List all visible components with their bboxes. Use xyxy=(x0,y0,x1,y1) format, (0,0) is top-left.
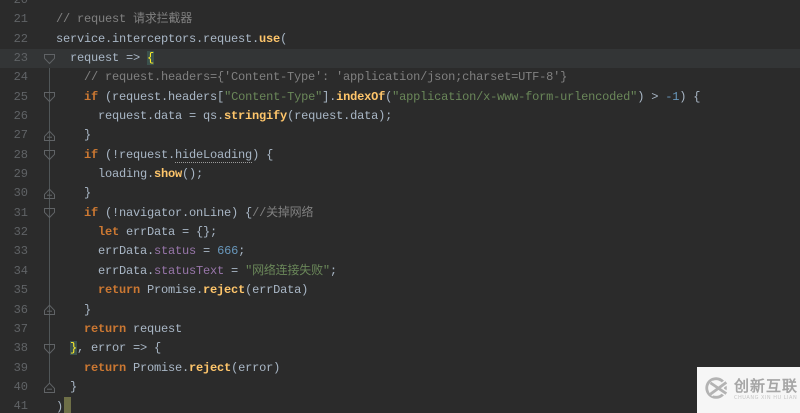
line-number[interactable]: 36 xyxy=(0,301,28,320)
line-number[interactable]: 26 xyxy=(0,107,28,126)
code-text: request => { xyxy=(70,51,155,66)
fold-expand-icon[interactable] xyxy=(28,184,56,203)
code-text: let errData = {}; xyxy=(98,225,218,240)
line-number[interactable]: 23 xyxy=(0,49,28,68)
code-text: } xyxy=(84,128,92,143)
code-line[interactable]: 27 } xyxy=(0,126,800,145)
code-text: ) xyxy=(56,397,800,413)
watermark: 创新互联 CHUANG XIN HU LIAN xyxy=(697,367,800,413)
code-line[interactable]: 21 // request 请求拦截器 xyxy=(0,10,800,29)
code-line[interactable]: 22 service.interceptors.request.use( xyxy=(0,30,800,49)
code-line[interactable]: 23 request => { xyxy=(0,49,800,69)
code-line[interactable]: 24 // request.headers={'Content-Type': '… xyxy=(0,68,800,87)
fold-collapse-icon[interactable] xyxy=(28,339,56,358)
line-number[interactable]: 27 xyxy=(0,126,28,145)
code-line[interactable]: 29 loading.show(); xyxy=(0,165,800,184)
code-line[interactable]: 25 if (request.headers["Content-Type"].i… xyxy=(0,88,800,107)
code-line[interactable]: 36 } xyxy=(0,301,800,320)
code-line[interactable]: 38 }, error => { xyxy=(0,339,800,358)
line-number[interactable]: 28 xyxy=(0,146,28,165)
code-text: loading.show(); xyxy=(98,167,204,182)
line-number[interactable]: 30 xyxy=(0,184,28,203)
line-number[interactable]: 31 xyxy=(0,204,28,223)
code-text: return Promise.reject(errData) xyxy=(98,283,309,298)
line-number[interactable]: 32 xyxy=(0,223,28,242)
code-text: if (!request.hideLoading) { xyxy=(84,147,274,163)
line-number[interactable]: 22 xyxy=(0,30,28,49)
code-text: // request.headers={'Content-Type': 'app… xyxy=(84,70,568,85)
code-line[interactable]: 40 } xyxy=(0,378,800,397)
code-line[interactable]: 26 request.data = qs.stringify(request.d… xyxy=(0,107,800,126)
code-line[interactable]: 31 if (!navigator.onLine) {//关掉网络 xyxy=(0,204,800,223)
fold-expand-icon[interactable] xyxy=(28,301,56,320)
circle-x-logo-icon xyxy=(703,374,731,406)
code-text: } xyxy=(84,186,92,201)
code-text: return Promise.reject(error) xyxy=(84,360,281,375)
line-number[interactable]: 33 xyxy=(0,242,28,261)
line-number[interactable]: 34 xyxy=(0,262,28,281)
code-line[interactable]: 35 return Promise.reject(errData) xyxy=(0,281,800,300)
line-number[interactable]: 25 xyxy=(0,88,28,107)
code-line[interactable]: 37 return request xyxy=(0,320,800,339)
fold-collapse-icon[interactable] xyxy=(28,146,56,165)
code-text: errData.status = 666; xyxy=(98,244,246,259)
code-line[interactable]: 34 errData.statusText = "网络连接失败"; xyxy=(0,262,800,281)
code-text: // request 请求拦截器 xyxy=(56,12,193,27)
line-number[interactable]: 37 xyxy=(0,320,28,339)
line-number[interactable]: 39 xyxy=(0,359,28,378)
code-text: } xyxy=(84,302,92,317)
line-number[interactable]: 20 xyxy=(0,0,28,10)
code-line[interactable]: 33 errData.status = 666; xyxy=(0,242,800,261)
code-text: }, error => { xyxy=(70,341,162,356)
line-number[interactable]: 40 xyxy=(0,378,28,397)
line-number[interactable]: 21 xyxy=(0,10,28,29)
code-text: service.interceptors.request.use( xyxy=(56,31,288,46)
code-text: if (request.headers["Content-Type"].inde… xyxy=(84,89,701,104)
code-text: if (!navigator.onLine) {//关掉网络 xyxy=(84,205,314,220)
fold-expand-icon[interactable] xyxy=(28,378,56,397)
line-number[interactable]: 38 xyxy=(0,339,28,358)
code-line[interactable]: 41) xyxy=(0,397,800,413)
code-line[interactable]: 20 xyxy=(0,0,800,10)
code-line[interactable]: 32 let errData = {}; xyxy=(0,223,800,242)
code-text: request.data = qs.stringify(request.data… xyxy=(98,109,393,124)
text-caret xyxy=(64,397,72,413)
line-number[interactable]: 41 xyxy=(0,397,28,413)
code-line[interactable]: 28 if (!request.hideLoading) { xyxy=(0,146,800,165)
code-text: return request xyxy=(84,321,183,336)
fold-collapse-icon[interactable] xyxy=(28,204,56,223)
fold-expand-icon[interactable] xyxy=(28,126,56,145)
code-area[interactable]: 20 21 // request 请求拦截器 22 service.intercepto… xyxy=(0,0,800,413)
code-text: } xyxy=(70,379,78,394)
line-number[interactable]: 35 xyxy=(0,281,28,300)
code-line[interactable]: 30 } xyxy=(0,184,800,203)
fold-collapse-icon[interactable] xyxy=(28,49,56,68)
brand-tagline: CHUANG XIN HU LIAN xyxy=(734,395,798,401)
code-editor: 20 21 // request 请求拦截器 22 service.intercepto… xyxy=(0,0,800,413)
line-number[interactable]: 29 xyxy=(0,165,28,184)
fold-collapse-icon[interactable] xyxy=(28,88,56,107)
code-text: errData.statusText = "网络连接失败"; xyxy=(98,263,337,278)
brand-name: 创新互联 xyxy=(734,377,799,395)
line-number[interactable]: 24 xyxy=(0,68,28,87)
code-line[interactable]: 39 return Promise.reject(error) xyxy=(0,359,800,378)
